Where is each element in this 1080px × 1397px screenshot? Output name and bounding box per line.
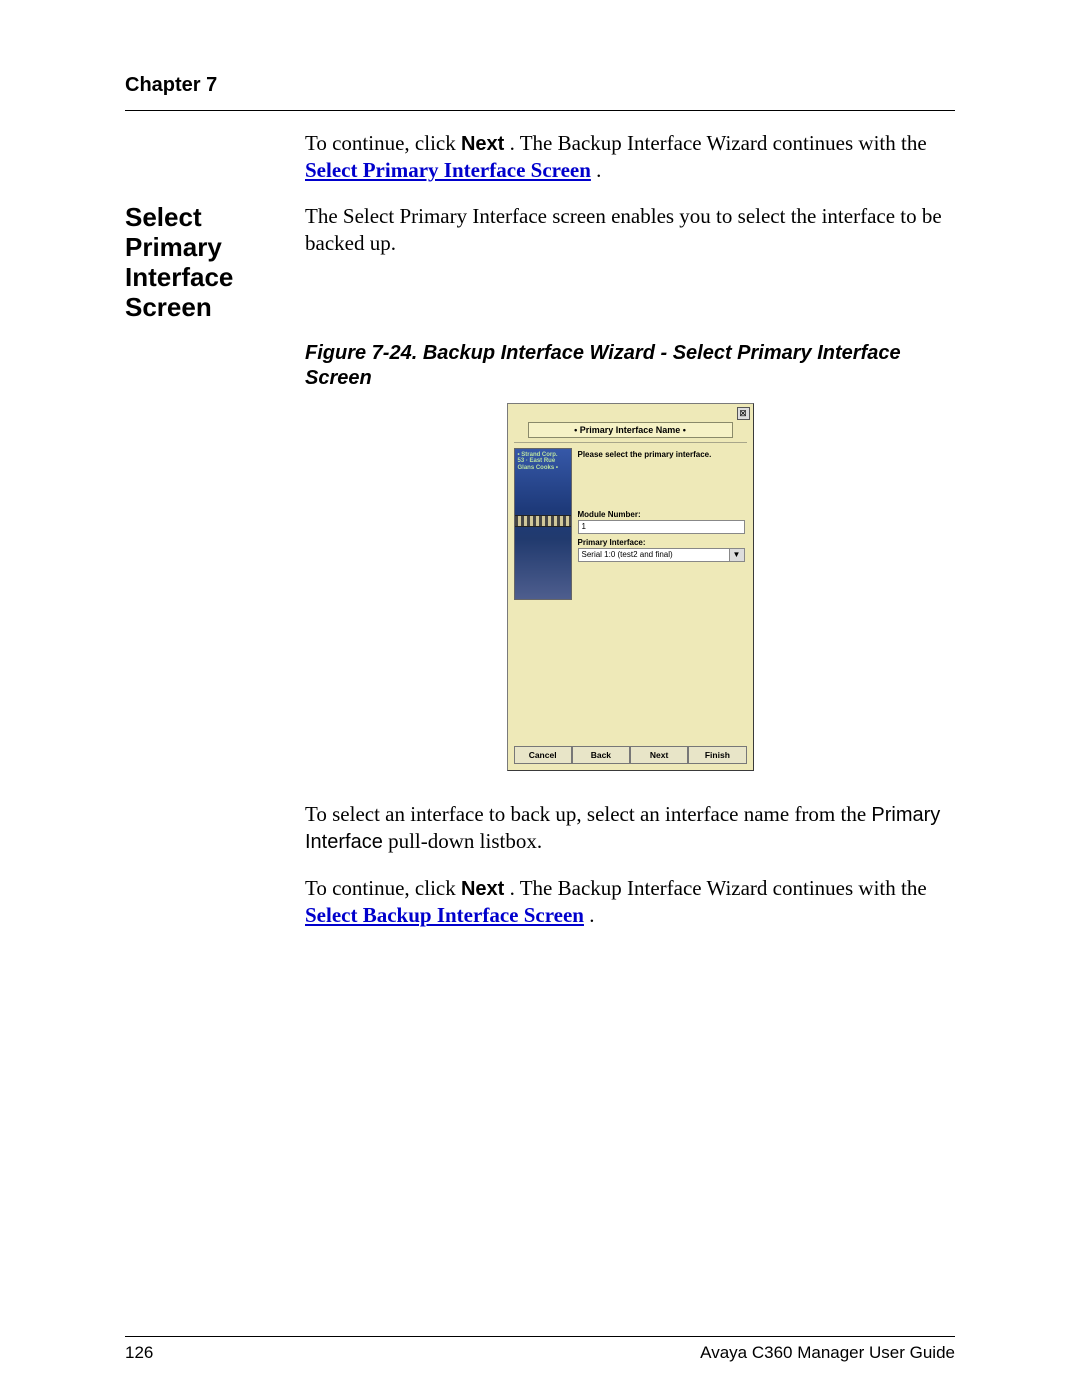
header-rule (125, 110, 955, 111)
sidebar-text: • Strand Corp. (518, 452, 568, 459)
xref-select-primary[interactable]: Select Primary Interface Screen (305, 158, 591, 182)
sidebar-band (515, 515, 571, 527)
finish-button[interactable]: Finish (688, 746, 746, 764)
text: To select an interface to back up, selec… (305, 802, 871, 826)
text: To continue, click (305, 876, 461, 900)
primary-interface-label: Primary Interface: (578, 538, 646, 548)
running-header: Chapter 7 (125, 74, 217, 97)
back-button[interactable]: Back (572, 746, 630, 764)
chevron-down-icon[interactable]: ▼ (729, 549, 744, 561)
next-label: Next (461, 878, 504, 900)
text: . The Backup Interface Wizard continues … (510, 876, 927, 900)
doc-title-footer: Avaya C360 Manager User Guide (700, 1343, 955, 1363)
instruction-text: Please select the primary interface. (578, 450, 712, 460)
text: pull-down listbox. (388, 829, 542, 853)
section-heading: Select Primary Interface Screen (125, 203, 295, 323)
figure-caption: Figure 7-24. Backup Interface Wizard - S… (305, 341, 955, 391)
next-button[interactable]: Next (630, 746, 688, 764)
xref-select-backup[interactable]: Select Backup Interface Screen (305, 903, 584, 927)
sidebar-text: Glans Cooks • (518, 465, 568, 472)
post-figure-paragraph: To select an interface to back up, selec… (305, 801, 955, 855)
document-page: Chapter 7 To continue, click Next . The … (0, 0, 1080, 1397)
text: . (589, 903, 594, 927)
wizard-sidebar-graphic: • Strand Corp. 53 · East Rue Glans Cooks… (514, 448, 572, 600)
footer-rule (125, 1336, 955, 1337)
primary-interface-combobox[interactable]: Serial 1:0 (test2 and final) ▼ (578, 548, 745, 562)
page-number: 126 (125, 1343, 153, 1363)
cancel-button[interactable]: Cancel (514, 746, 572, 764)
lead-paragraph: The Select Primary Interface screen enab… (305, 203, 955, 303)
wizard-divider (514, 442, 747, 443)
module-number-value: 1 (582, 522, 586, 531)
text: To continue, click (305, 131, 461, 155)
figure-body: ⊠ • Primary Interface Name • • Strand Co… (305, 403, 955, 771)
text: . The Backup Interface Wizard continues … (510, 131, 927, 155)
text: . (596, 158, 601, 182)
primary-interface-value: Serial 1:0 (test2 and final) (582, 550, 673, 559)
wizard-dialog: ⊠ • Primary Interface Name • • Strand Co… (507, 403, 754, 771)
body-grid: To continue, click Next . The Backup Int… (125, 130, 955, 948)
intro-paragraph: To continue, click Next . The Backup Int… (305, 130, 955, 183)
wizard-button-bar: Cancel Back Next Finish (514, 746, 747, 764)
continue-paragraph: To continue, click Next . The Backup Int… (305, 875, 955, 928)
module-number-field[interactable]: 1 (578, 520, 745, 534)
sidebar-text: 53 · East Rue (518, 458, 568, 465)
wizard-title: • Primary Interface Name • (528, 422, 733, 438)
next-label: Next (461, 133, 504, 155)
module-number-label: Module Number: (578, 510, 641, 520)
close-icon[interactable]: ⊠ (737, 407, 750, 420)
